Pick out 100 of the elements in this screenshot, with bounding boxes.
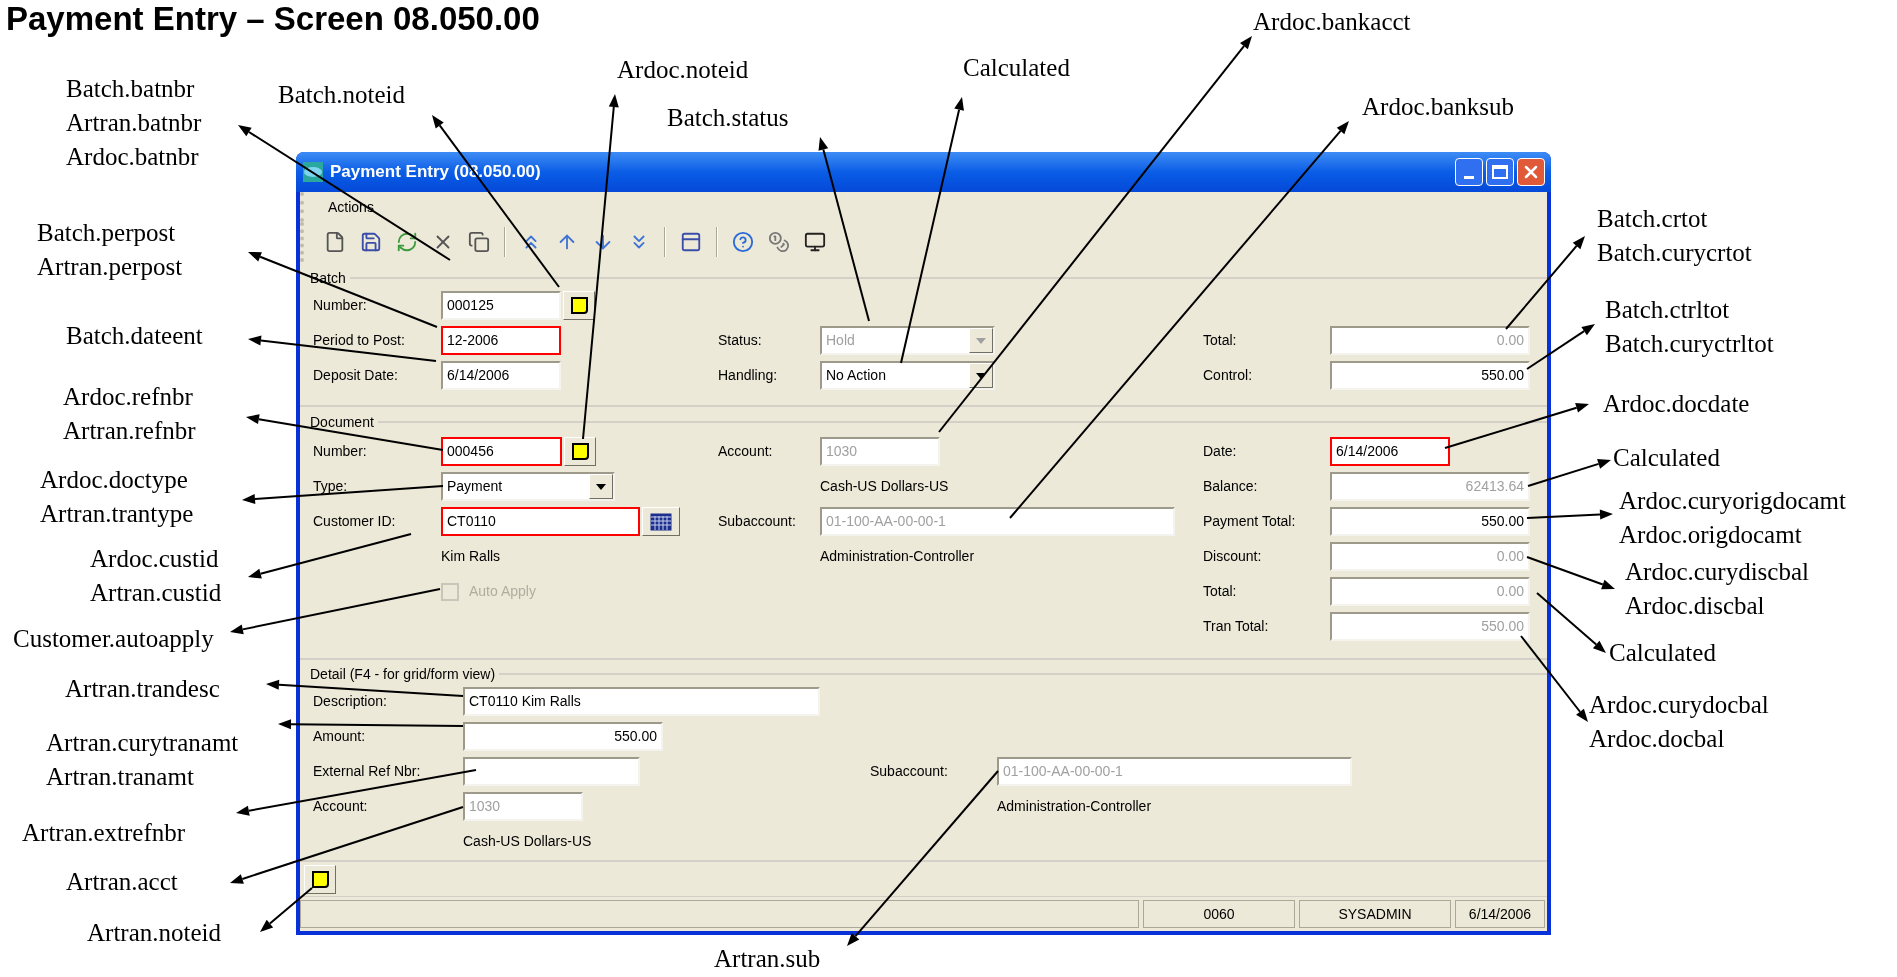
field-description: Administration-Controller [820,547,975,566]
note-icon [311,870,329,888]
help-icon[interactable] [732,231,754,253]
field-annotation: Artran.tranamt [46,762,195,792]
field-label: Control: [1203,366,1254,385]
field-label: Period to Post: [313,331,406,350]
field-annotation: Batch.dateent [66,321,203,351]
field-label: Subaccount: [870,762,949,781]
field-label: External Ref Nbr: [313,762,422,781]
field-annotation: Batch.batnbr [66,74,196,104]
field-annotation: Artran.extrefnbr [22,818,186,848]
field-label: Account: [718,442,774,461]
field-label: Status: [718,331,763,350]
field-annotation: Ardoc.doctype [40,465,189,495]
monitor-icon[interactable] [804,231,826,253]
field-annotation: Calculated [963,53,1070,83]
field-label: Customer ID: [313,512,397,531]
text-field[interactable] [463,757,640,786]
field-annotation: Ardoc.origdocamt [1619,520,1803,550]
text-field[interactable]: 550.00 [463,722,663,751]
dropdown-field[interactable]: Payment [441,472,615,501]
field-label: Total: [1203,582,1238,601]
text-field[interactable]: CT0110 Kim Ralls [463,687,820,716]
field-annotation: Ardoc.custid [90,544,220,574]
field-label: Balance: [1203,477,1259,496]
field-description: Kim Ralls [441,547,501,566]
field-label: Total: [1203,331,1238,350]
minimize-icon [1464,176,1474,179]
window-icon[interactable] [680,231,702,253]
note-button[interactable] [304,864,336,894]
field-label: Type: [313,477,349,496]
field-annotation: Artran.perpost [37,252,183,282]
field-description: Cash-US Dollars-US [463,832,592,851]
note-button[interactable] [563,291,595,320]
field-annotation: Artran.noteid [87,918,221,948]
field-label: Date: [1203,442,1238,461]
close-button[interactable] [1517,158,1545,186]
lookup-button[interactable] [642,507,680,536]
field-label: Payment Total: [1203,512,1297,531]
maximize-button[interactable] [1486,158,1514,186]
text-field[interactable]: 000456 [441,437,562,466]
field-label: Deposit Date: [313,366,399,385]
minimize-button[interactable] [1455,158,1483,186]
leader-line [260,887,313,932]
field-annotation: Batch.ctrltot [1605,295,1731,325]
text-field[interactable]: 000125 [441,291,561,320]
grid-icon [650,512,672,531]
field-annotation: Artran.acct [66,867,178,897]
text-field[interactable]: 6/14/2006 [441,361,561,390]
checkbox-label: Auto Apply [469,582,536,601]
field-label: Tran Total: [1203,617,1270,636]
text-field[interactable]: 12-2006 [441,326,561,355]
group-title: Document [310,412,375,432]
maximize-icon [1492,165,1508,179]
new-file-icon[interactable] [324,231,346,253]
status-pane: 0060 [1143,900,1295,928]
field-annotation: Batch.perpost [37,218,177,248]
save-icon[interactable] [360,231,382,253]
caret-icon [976,337,986,344]
refresh-icon[interactable] [396,231,418,253]
status-pane: 6/14/2006 [1455,900,1545,928]
field-description: Cash-US Dollars-US [820,477,949,496]
field-annotation: Batch.crtot [1597,204,1709,234]
note-button[interactable] [564,437,596,466]
note-icon [570,297,588,314]
field-annotation: Ardoc.batnbr [66,142,200,172]
field-description: Administration-Controller [997,797,1152,816]
field-annotation: Artran.trantype [40,499,194,529]
field-annotation: Ardoc.curydocbal [1589,690,1769,720]
field-annotation: Ardoc.banksub [1362,92,1515,122]
field-label: Account: [313,797,369,816]
field-annotation: Batch.noteid [278,80,406,110]
field-annotation: Ardoc.noteid [617,55,749,85]
text-field[interactable]: 550.00 [1330,507,1530,536]
field-label: Subaccount: [718,512,797,531]
status-pane: SYSADMIN [1299,900,1451,928]
field-annotation: Artran.refnbr [63,416,196,446]
field-label: Handling: [718,366,779,385]
text-field[interactable]: 6/14/2006 [1330,437,1450,466]
text-field[interactable]: 550.00 [1330,361,1530,390]
field-label: Number: [313,442,368,461]
field-annotation: Artran.curytranamt [46,728,239,758]
leader-line [1536,592,1606,653]
field-annotation: Ardoc.bankacct [1253,7,1411,37]
coins-icon[interactable] [768,231,790,253]
field-annotation: Customer.autoapply [13,624,214,654]
field-annotation: Calculated [1613,443,1720,473]
page-title: Payment Entry – Screen 08.050.00 [5,0,540,38]
field-label: Number: [313,296,368,315]
field-annotation: Ardoc.docdate [1603,389,1750,419]
field-annotation: Ardoc.curyorigdocamt [1619,486,1846,516]
dropdown-field[interactable]: No Action [820,361,995,390]
copy-icon[interactable] [468,231,490,253]
text-field[interactable]: CT0110 [441,507,640,536]
field-annotation: Artran.batnbr [66,108,202,138]
field-annotation: Ardoc.curydiscbal [1625,557,1809,587]
caret-icon [976,372,986,379]
field-annotation: Ardoc.refnbr [63,382,194,412]
caret-icon [596,483,606,490]
field-annotation: Artran.trandesc [65,674,220,704]
